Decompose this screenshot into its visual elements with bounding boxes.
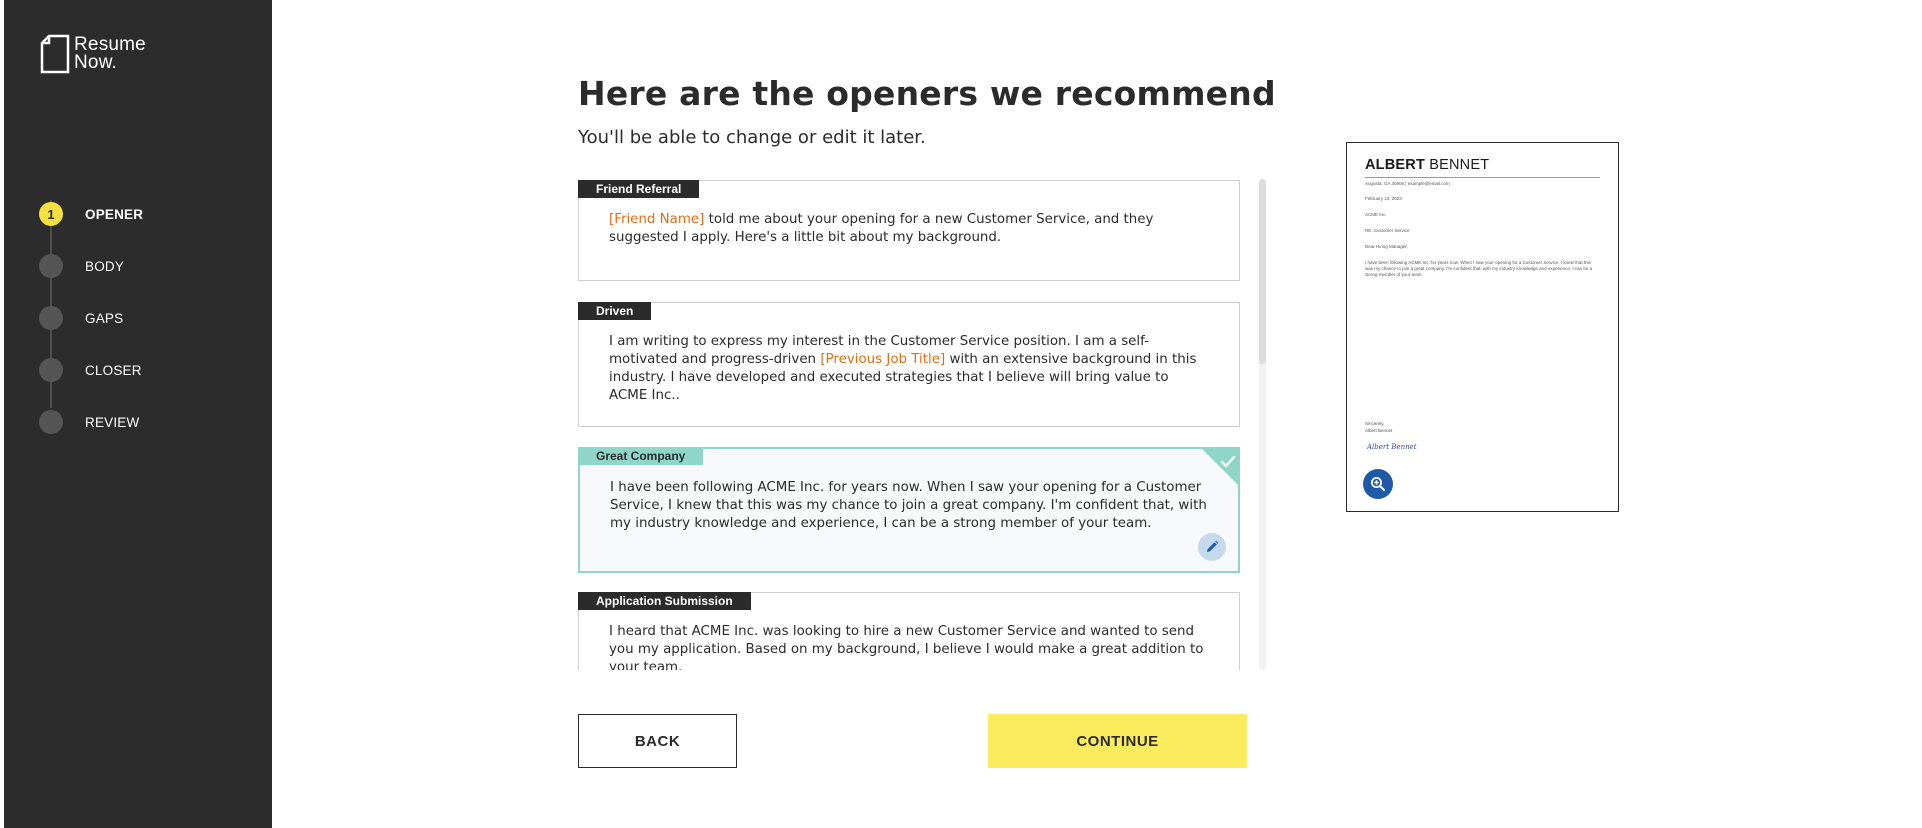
opener-card-great-company[interactable]: Great Company I have been following ACME… — [578, 447, 1240, 573]
opener-card-application-submission[interactable]: Application Submission I heard that ACME… — [578, 592, 1240, 670]
preview-closing: Sincerely, — [1365, 421, 1385, 426]
letter-preview[interactable]: ALBERT BENNET Augusta, GA 30906 | exampl… — [1346, 142, 1619, 512]
preview-date: February 13, 2023 — [1365, 196, 1402, 201]
openers-scrollbar[interactable] — [1259, 179, 1266, 670]
preview-signer: Albert Bennet — [1365, 428, 1393, 433]
pencil-icon — [1207, 540, 1219, 552]
preview-name: ALBERT BENNET — [1365, 157, 1489, 173]
preview-last-name: BENNET — [1429, 157, 1490, 173]
step-indicator — [39, 358, 63, 382]
step-review[interactable]: REVIEW — [39, 396, 269, 448]
step-label: GAPS — [85, 310, 124, 326]
back-button[interactable]: BACK — [578, 714, 737, 768]
step-label: BODY — [85, 258, 125, 274]
preview-divider — [1365, 177, 1600, 178]
openers-list[interactable]: Friend Referral [Friend Name] told me ab… — [578, 178, 1263, 670]
preview-first-name: ALBERT — [1365, 157, 1426, 173]
opener-card-friend-referral[interactable]: Friend Referral [Friend Name] told me ab… — [578, 180, 1240, 281]
placeholder-token: [Friend Name] — [609, 212, 705, 227]
placeholder-token: [Previous Job Title] — [820, 352, 946, 367]
continue-button[interactable]: CONTINUE — [988, 714, 1247, 768]
step-label: OPENER — [85, 206, 144, 222]
logo-line-2: Now. — [74, 52, 118, 73]
step-closer[interactable]: CLOSER — [39, 344, 269, 396]
page-title: Here are the openers we recommend — [578, 74, 1276, 113]
check-icon — [1200, 447, 1240, 487]
zoom-in-icon — [1371, 477, 1385, 491]
preview-contact: Augusta, GA 30906 | example@email.com — [1365, 181, 1450, 186]
step-label: REVIEW — [85, 414, 140, 430]
opener-tag: Driven — [578, 302, 652, 320]
progress-steps: 1 OPENER BODY GAPS CLOSER REVIEW — [39, 188, 269, 448]
step-opener[interactable]: 1 OPENER — [39, 188, 269, 240]
preview-re: RE: Customer Service — [1365, 228, 1410, 233]
preview-signature: Albert Bennet — [1367, 443, 1417, 451]
opener-text: I am writing to express my interest in t… — [579, 303, 1239, 405]
zoom-preview-button[interactable] — [1363, 469, 1393, 499]
brand-logo[interactable]: Resume Now. — [40, 34, 146, 74]
step-indicator — [39, 254, 63, 278]
opener-tag: Friend Referral — [578, 180, 700, 198]
step-indicator — [39, 306, 63, 330]
preview-salutation: Dear Hiring Manager, — [1365, 244, 1408, 249]
step-indicator: 1 — [39, 202, 63, 226]
step-label: CLOSER — [85, 362, 142, 378]
document-logo-icon — [40, 34, 70, 74]
opener-tag: Application Submission — [578, 592, 751, 610]
preview-company: ACME Inc. — [1365, 212, 1387, 217]
opener-card-driven[interactable]: Driven I am writing to express my intere… — [578, 302, 1240, 427]
step-gaps[interactable]: GAPS — [39, 292, 269, 344]
page-subtitle: You'll be able to change or edit it late… — [578, 127, 926, 148]
step-indicator — [39, 410, 63, 434]
preview-body: I have been following ACME Inc. for year… — [1365, 260, 1593, 277]
step-body[interactable]: BODY — [39, 240, 269, 292]
opener-tag: Great Company — [578, 447, 704, 465]
edit-opener-button[interactable] — [1198, 533, 1226, 561]
sidebar: Resume Now. 1 OPENER BODY GAPS CLOSER RE… — [4, 0, 272, 828]
scrollbar-thumb[interactable] — [1259, 179, 1266, 364]
